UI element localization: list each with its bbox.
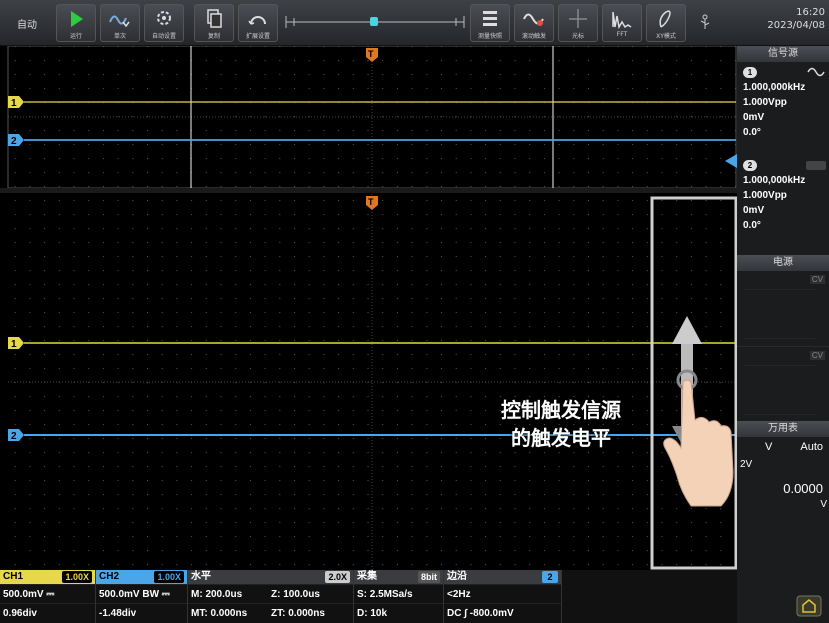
bottom-status-bar: CH1 1.00X 500.0mV ⎓ 0.96div CH2 1.00X 50… bbox=[0, 570, 737, 623]
signal-2-badge: 2 bbox=[743, 159, 757, 171]
svg-text:2: 2 bbox=[11, 136, 17, 147]
main-timebase: M: 200.0us bbox=[191, 589, 243, 600]
zoom-time-offset: ZT: 0.000ns bbox=[271, 608, 325, 619]
copy-icon bbox=[207, 9, 222, 28]
extended-settings-button[interactable]: 扩展设置 bbox=[238, 4, 278, 42]
ch1-probe: 1.00X bbox=[62, 571, 92, 583]
signal-source-header[interactable]: 信号源 bbox=[737, 46, 829, 62]
main-time-offset: MT: 0.000ns bbox=[191, 608, 248, 619]
ch1-settings[interactable]: CH1 1.00X 500.0mV ⎓ 0.96div bbox=[0, 570, 96, 623]
signal-1-badge: 1 bbox=[743, 66, 757, 78]
signal-2-offset: 0mV bbox=[743, 205, 765, 216]
power-supply-channel-2[interactable]: CV bbox=[737, 347, 829, 421]
power-supply-channel-1[interactable]: CV bbox=[737, 271, 829, 347]
signal-2-state-indicator bbox=[806, 161, 826, 170]
signal-1-phase: 0.0° bbox=[743, 127, 761, 138]
fft-icon bbox=[612, 11, 632, 30]
single-trigger-button[interactable]: 单次 bbox=[100, 4, 140, 42]
signal-source-2[interactable]: 2 1.000,000kHz 1.000Vpp 0mV 0.0° bbox=[737, 140, 829, 233]
trigger-type: 边沿 bbox=[447, 571, 467, 582]
power-1-cv-badge: CV bbox=[809, 275, 825, 284]
roll-trigger-icon bbox=[523, 13, 544, 26]
roll-trigger-button[interactable]: 滚动触发 bbox=[514, 4, 554, 42]
play-icon bbox=[71, 11, 83, 27]
clock: 16:20 2023/04/08 bbox=[767, 6, 825, 32]
measure-snapshot-icon bbox=[483, 11, 497, 26]
xy-mode-icon bbox=[659, 10, 671, 28]
clock-date: 2023/04/08 bbox=[767, 20, 825, 31]
multimeter-range: 2V bbox=[740, 459, 753, 470]
multimeter-header[interactable]: 万用表 bbox=[737, 421, 829, 437]
multimeter-unit: V bbox=[820, 499, 827, 510]
svg-text:T: T bbox=[368, 197, 374, 207]
trigger-source: 2 bbox=[542, 571, 558, 583]
callout-line-2: 的触发电平 bbox=[511, 426, 611, 450]
signal-1-frequency: 1.000,000kHz bbox=[743, 82, 806, 93]
horizontal-position-timeline[interactable] bbox=[282, 14, 468, 30]
callout-line-1: 控制触发信源 bbox=[501, 398, 621, 422]
fft-button[interactable]: FFT bbox=[602, 4, 642, 42]
svg-text:2: 2 bbox=[11, 431, 17, 442]
clock-time: 16:20 bbox=[796, 7, 825, 18]
sine-wave-icon bbox=[807, 67, 825, 77]
trigger-coupling-level: DC ∫ -800.0mV bbox=[444, 603, 561, 622]
power-supply-header[interactable]: 电源 bbox=[737, 255, 829, 271]
sample-rate: S: 2.5MSa/s bbox=[354, 584, 443, 603]
ch2-scale: 500.0mV BW ⎓ bbox=[96, 584, 187, 603]
memory-depth: D: 10k bbox=[354, 603, 443, 622]
ch2-label: CH2 bbox=[99, 571, 120, 582]
top-toolbar: 自动 运行 单次 自动设置 复制 扩展设置 测量快照 滚动触发 光标 FFT X… bbox=[0, 0, 829, 46]
svg-text:1: 1 bbox=[11, 339, 17, 350]
ch1-scale: 500.0mV ⎓ bbox=[0, 584, 95, 603]
multimeter-mode[interactable]: V bbox=[765, 441, 772, 453]
trigger-level-callout: 控制触发信源 的触发电平 bbox=[468, 396, 654, 452]
cursor-icon bbox=[569, 9, 587, 28]
ch2-position: -1.48div bbox=[96, 603, 187, 622]
trigger-settings[interactable]: 边沿 2 <2Hz DC ∫ -800.0mV bbox=[444, 570, 562, 623]
signal-1-offset: 0mV bbox=[743, 112, 765, 123]
run-button[interactable]: 运行 bbox=[56, 4, 96, 42]
trigger-frequency: <2Hz bbox=[444, 584, 561, 603]
multimeter[interactable]: V Auto 2V 0.0000 V bbox=[737, 437, 829, 537]
svg-text:1: 1 bbox=[11, 98, 17, 109]
measure-snapshot-button[interactable]: 测量快照 bbox=[470, 4, 510, 42]
signal-source-1[interactable]: 1 1.000,000kHz 1.000Vpp 0mV 0.0° bbox=[737, 62, 829, 140]
auto-setup-button[interactable]: 自动设置 bbox=[144, 4, 184, 42]
acquire-bits: 8bit bbox=[417, 571, 440, 583]
signal-1-amplitude: 1.000Vpp bbox=[743, 97, 787, 108]
signal-2-phase: 0.0° bbox=[743, 220, 761, 231]
signal-2-amplitude: 1.000Vpp bbox=[743, 190, 787, 201]
ch1-label: CH1 bbox=[3, 571, 24, 582]
ch1-position: 0.96div bbox=[0, 603, 95, 622]
single-trigger-icon bbox=[109, 15, 130, 28]
usb-icon bbox=[700, 14, 710, 29]
svg-text:T: T bbox=[368, 49, 374, 59]
ch2-settings[interactable]: CH2 1.00X 500.0mV BW ⎓ -1.48div bbox=[96, 570, 188, 623]
signal-2-frequency: 1.000,000kHz bbox=[743, 175, 806, 186]
ch2-probe: 1.00X bbox=[154, 571, 184, 583]
cursor-button[interactable]: 光标 bbox=[558, 4, 598, 42]
power-2-cv-badge: CV bbox=[809, 351, 825, 360]
extended-settings-icon bbox=[248, 16, 266, 25]
auto-setup-icon bbox=[157, 11, 171, 25]
horizontal-settings[interactable]: 水平 2.0X M: 200.0us Z: 100.0us MT: 0.000ns… bbox=[188, 570, 354, 623]
acquisition-mode-label[interactable]: 自动 bbox=[6, 8, 48, 38]
acquire-label: 采集 bbox=[357, 571, 377, 582]
copy-button[interactable]: 复制 bbox=[194, 4, 234, 42]
horizontal-label: 水平 bbox=[191, 571, 211, 582]
horizontal-zoom: 2.0X bbox=[325, 571, 350, 583]
xy-mode-button[interactable]: XY模式 bbox=[646, 4, 686, 42]
waveform-display[interactable]: 1 2 T 1 2 T 控制触发信源 的触发电平 bbox=[0, 46, 737, 570]
waveform-grid: 1 2 T 1 2 T bbox=[0, 46, 737, 570]
multimeter-auto-range[interactable]: Auto bbox=[800, 441, 823, 453]
acquire-settings[interactable]: 采集 8bit S: 2.5MSa/s D: 10k bbox=[354, 570, 444, 623]
zoom-timebase: Z: 100.0us bbox=[271, 589, 320, 600]
home-icon[interactable] bbox=[795, 594, 823, 618]
right-side-panel: 信号源 1 1.000,000kHz 1.000Vpp 0mV 0.0° 2 1… bbox=[737, 46, 829, 623]
multimeter-value: 0.0000 bbox=[783, 481, 823, 496]
